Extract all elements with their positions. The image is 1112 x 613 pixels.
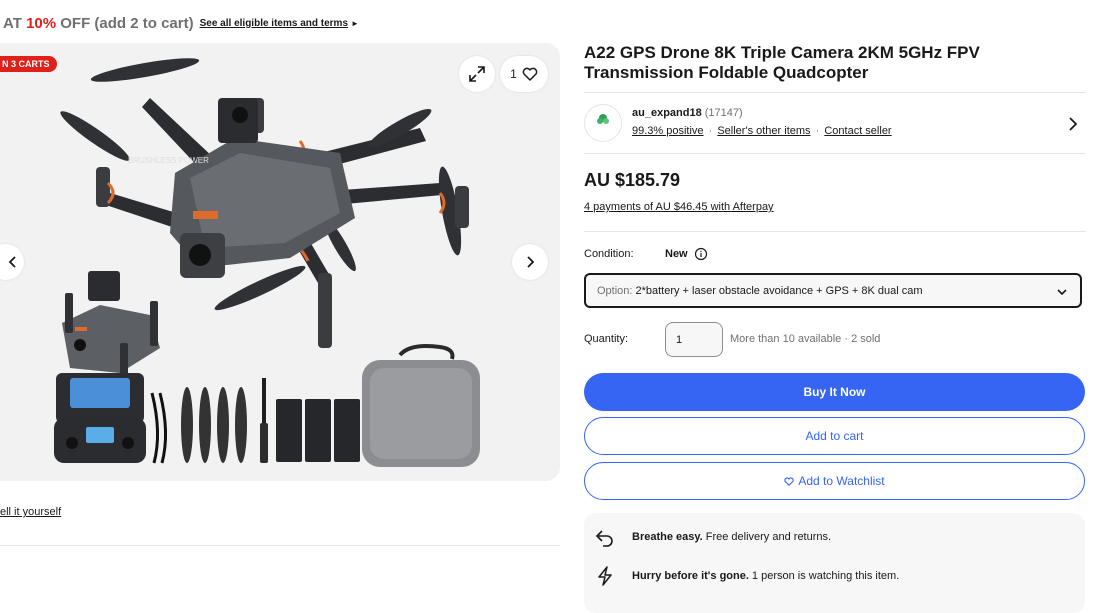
- free-delivery-title: Breathe easy.: [632, 531, 703, 543]
- info-icon[interactable]: [694, 247, 708, 261]
- watch-button[interactable]: 1: [500, 56, 548, 92]
- carts-badge: N 3 CARTS: [0, 56, 57, 72]
- add-to-watchlist-label: Add to Watchlist: [798, 474, 885, 488]
- expand-icon: [469, 66, 485, 82]
- seller-info: au_expand18 (17147): [632, 107, 743, 119]
- option-dropdown[interactable]: Option: 2*battery + laser obstacle avoid…: [584, 273, 1082, 308]
- add-to-cart-button[interactable]: Add to cart: [584, 417, 1085, 455]
- afterpay-link[interactable]: 4 payments of AU $46.45 with Afterpay: [584, 201, 774, 213]
- watching-row: Hurry before it's gone. 1 person is watc…: [594, 565, 899, 587]
- condition-value: New: [665, 248, 688, 260]
- option-selected-value: 2*battery + laser obstacle avoidance + G…: [635, 284, 923, 297]
- free-delivery-text: Free delivery and returns.: [705, 531, 832, 543]
- chevron-right-icon[interactable]: [1066, 116, 1080, 132]
- sellers-other-items-link[interactable]: Seller's other items: [717, 125, 810, 137]
- buy-it-now-button[interactable]: Buy It Now: [584, 373, 1085, 411]
- free-delivery-row: Breathe easy. Free delivery and returns.: [594, 526, 831, 548]
- promo-banner: AT 10% OFF (add 2 to cart) See all eligi…: [0, 10, 560, 36]
- separator: ·: [708, 125, 713, 137]
- eligible-items-link[interactable]: See all eligible items and terms: [200, 18, 348, 29]
- divider: [0, 545, 560, 546]
- watching-title: Hurry before it's gone.: [632, 570, 749, 582]
- seller-logo-image: [597, 114, 609, 124]
- option-label: Option:: [597, 284, 633, 297]
- seller-logo[interactable]: [584, 104, 622, 142]
- seller-feedback-count: (17147): [704, 107, 743, 119]
- return-icon: [595, 530, 613, 547]
- separator: ·: [815, 125, 820, 137]
- availability-text: More than 10 available · 2 sold: [730, 333, 881, 345]
- product-title: A22 GPS Drone 8K Triple Camera 2KM 5GHz …: [584, 43, 980, 82]
- watch-count: 1: [510, 67, 517, 81]
- heart-icon: [522, 67, 538, 81]
- product-image[interactable]: BRUSHLESS POWER: [0, 43, 560, 481]
- lightning-icon: [598, 566, 612, 586]
- expand-button[interactable]: [459, 56, 495, 92]
- info-card: Breathe easy. Free delivery and returns.…: [584, 513, 1085, 613]
- promo-text: AT 10% OFF (add 2 to cart): [3, 15, 194, 32]
- divider: [584, 231, 1086, 232]
- promo-prefix: AT: [3, 14, 27, 32]
- chevron-down-icon: [1057, 289, 1067, 296]
- seller-links: 99.3% positive · Seller's other items · …: [632, 125, 892, 137]
- quantity-input[interactable]: [665, 322, 723, 357]
- promo-discount: 10%: [26, 14, 57, 32]
- buy-it-now-label: Buy It Now: [803, 385, 866, 399]
- add-to-cart-label: Add to cart: [805, 429, 864, 443]
- svg-text:BRUSHLESS POWER: BRUSHLESS POWER: [128, 156, 209, 165]
- arrow-right-icon: ►: [351, 18, 359, 28]
- quantity-label: Quantity:: [584, 333, 629, 345]
- divider: [584, 153, 1086, 154]
- divider: [584, 92, 1086, 93]
- sell-it-yourself-link[interactable]: ell it yourself: [0, 506, 61, 518]
- price: AU $185.79: [584, 170, 681, 190]
- next-image-button[interactable]: [512, 244, 548, 280]
- promo-suffix: OFF (add 2 to cart): [56, 14, 194, 32]
- condition-label: Condition:: [584, 248, 634, 260]
- chevron-left-icon: [8, 256, 16, 268]
- positive-feedback-link[interactable]: 99.3% positive: [632, 125, 704, 137]
- contact-seller-link[interactable]: Contact seller: [824, 125, 891, 137]
- heart-icon: [784, 476, 795, 486]
- add-to-watchlist-button[interactable]: Add to Watchlist: [584, 462, 1085, 500]
- seller-name[interactable]: au_expand18: [632, 107, 702, 119]
- chevron-right-icon: [527, 256, 535, 268]
- watching-text: 1 person is watching this item.: [751, 570, 900, 582]
